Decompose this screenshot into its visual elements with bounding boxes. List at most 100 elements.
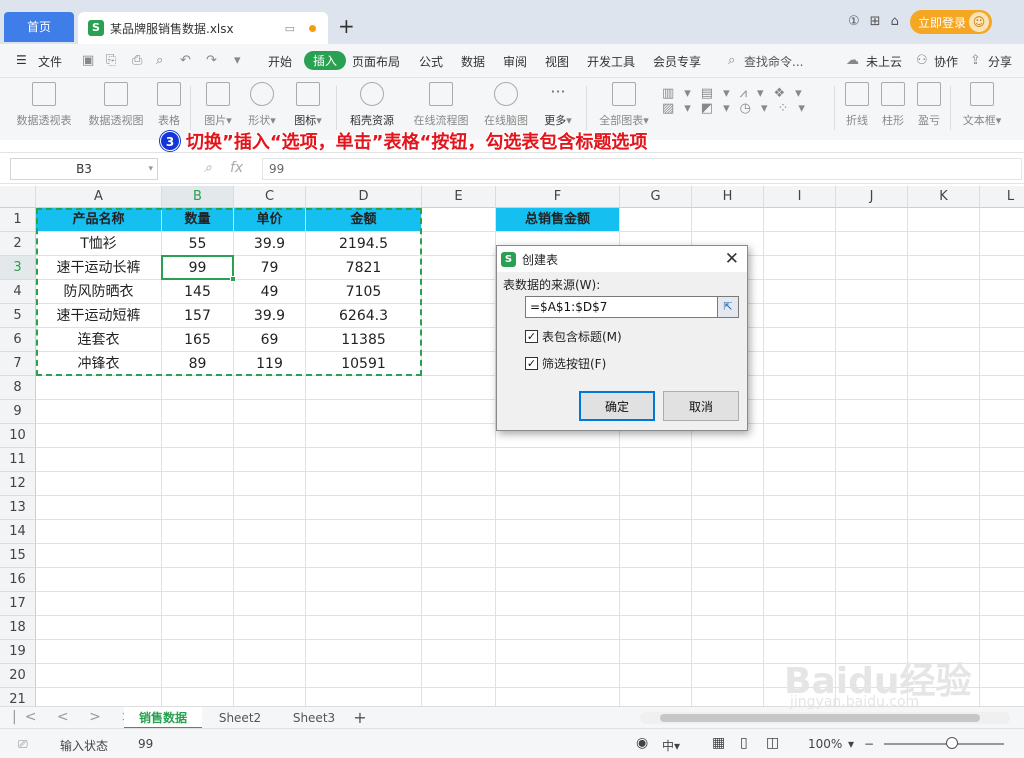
column-header[interactable]: B	[162, 186, 234, 208]
row-header[interactable]: 4	[0, 280, 36, 304]
row-header[interactable]: 11	[0, 448, 36, 472]
table-cell[interactable]	[980, 448, 1024, 472]
table-cell[interactable]	[422, 376, 496, 400]
table-cell[interactable]	[692, 592, 764, 616]
table-cell[interactable]	[496, 448, 620, 472]
quick-access-dropdown-icon[interactable]: ▾	[234, 53, 241, 68]
range-picker-icon[interactable]: ⇱	[717, 296, 739, 318]
menu-view[interactable]: 视图	[545, 53, 569, 70]
row-header[interactable]: 13	[0, 496, 36, 520]
table-cell[interactable]	[908, 232, 980, 256]
table-cell[interactable]	[836, 520, 908, 544]
table-cell[interactable]	[764, 232, 836, 256]
redo-icon[interactable]: ↷	[206, 53, 217, 68]
column-header[interactable]: H	[692, 186, 764, 208]
zoom-search-icon[interactable]: ⌕	[204, 160, 212, 176]
export-icon[interactable]: ⎘	[106, 53, 116, 68]
row-header[interactable]: 6	[0, 328, 36, 352]
window-count-icon[interactable]: ①	[848, 14, 860, 29]
table-cell[interactable]	[980, 280, 1024, 304]
monitor-icon[interactable]: ▭	[285, 22, 295, 35]
table-cell[interactable]	[908, 328, 980, 352]
table-cell[interactable]	[36, 496, 162, 520]
table-cell[interactable]	[234, 448, 306, 472]
scrollbar-thumb[interactable]	[660, 714, 980, 722]
table-cell[interactable]	[422, 616, 496, 640]
table-cell[interactable]	[764, 544, 836, 568]
table-cell[interactable]	[836, 472, 908, 496]
table-cell[interactable]	[980, 568, 1024, 592]
more-button[interactable]: ··· 更多▾	[538, 82, 578, 128]
table-cell[interactable]	[234, 376, 306, 400]
row-header[interactable]: 8	[0, 376, 36, 400]
sparkline-line-button[interactable]: 折线	[842, 82, 872, 128]
table-cell[interactable]	[422, 496, 496, 520]
row-header[interactable]: 1	[0, 208, 36, 232]
table-cell[interactable]	[306, 448, 422, 472]
table-cell[interactable]	[764, 376, 836, 400]
zoom-slider[interactable]	[884, 743, 1004, 745]
new-tab-button[interactable]: +	[338, 14, 355, 38]
table-cell[interactable]	[620, 664, 692, 688]
sheet-tab-3[interactable]: Sheet3	[278, 707, 350, 729]
table-cell[interactable]	[764, 256, 836, 280]
table-cell[interactable]	[234, 616, 306, 640]
table-cell[interactable]	[764, 280, 836, 304]
table-cell[interactable]	[980, 352, 1024, 376]
table-cell[interactable]	[234, 640, 306, 664]
table-cell[interactable]	[908, 256, 980, 280]
table-cell[interactable]	[162, 424, 234, 448]
column-header[interactable]: A	[36, 186, 162, 208]
table-cell[interactable]	[306, 496, 422, 520]
table-cell[interactable]	[980, 232, 1024, 256]
table-cell[interactable]	[496, 688, 620, 706]
row-header[interactable]: 2	[0, 232, 36, 256]
table-cell[interactable]	[36, 520, 162, 544]
table-cell[interactable]	[764, 400, 836, 424]
row-header[interactable]: 14	[0, 520, 36, 544]
textbox-button[interactable]: 文本框▾	[958, 82, 1006, 128]
table-cell[interactable]	[36, 472, 162, 496]
table-cell[interactable]	[980, 664, 1024, 688]
table-cell[interactable]	[908, 304, 980, 328]
preview-icon[interactable]: ⌕	[156, 53, 163, 68]
menu-insert[interactable]: 插入	[304, 51, 347, 70]
normal-view-icon[interactable]: ▦	[712, 735, 725, 751]
table-cell[interactable]	[620, 592, 692, 616]
table-cell[interactable]	[836, 616, 908, 640]
menu-start[interactable]: 开始	[268, 53, 292, 70]
table-cell[interactable]	[692, 544, 764, 568]
table-cell[interactable]	[980, 520, 1024, 544]
table-cell[interactable]	[764, 520, 836, 544]
menu-page-layout[interactable]: 页面布局	[352, 53, 400, 70]
sheet-tab-sales[interactable]: 销售数据	[124, 707, 202, 729]
input-method-icon[interactable]: 中▾	[662, 737, 680, 754]
table-cell[interactable]	[908, 496, 980, 520]
active-cell[interactable]	[161, 255, 236, 282]
table-cell[interactable]	[496, 616, 620, 640]
table-cell[interactable]	[496, 592, 620, 616]
table-cell[interactable]	[980, 472, 1024, 496]
table-cell[interactable]	[980, 208, 1024, 232]
row-header[interactable]: 20	[0, 664, 36, 688]
table-cell[interactable]	[422, 328, 496, 352]
table-cell[interactable]	[764, 592, 836, 616]
menu-review[interactable]: 审阅	[503, 53, 527, 70]
table-cell[interactable]	[764, 472, 836, 496]
page-break-view-icon[interactable]: ◫	[766, 735, 779, 751]
table-cell[interactable]	[908, 616, 980, 640]
table-cell[interactable]	[306, 592, 422, 616]
eye-protection-icon[interactable]: ◉	[636, 735, 648, 751]
table-cell[interactable]	[908, 520, 980, 544]
chart-type-gallery[interactable]: ▥▾▤▾⩘▾❖▾ ▨▾◩▾◷▾⁘▾	[662, 86, 822, 116]
row-header[interactable]: 7	[0, 352, 36, 376]
table-cell[interactable]	[234, 592, 306, 616]
table-cell[interactable]	[908, 448, 980, 472]
shape-button[interactable]: 形状▾	[244, 82, 280, 128]
table-cell[interactable]	[422, 568, 496, 592]
sparkline-winloss-button[interactable]: 盈亏	[914, 82, 944, 128]
table-cell[interactable]	[692, 640, 764, 664]
column-header[interactable]: G	[620, 186, 692, 208]
table-cell[interactable]	[980, 640, 1024, 664]
table-cell[interactable]	[980, 544, 1024, 568]
